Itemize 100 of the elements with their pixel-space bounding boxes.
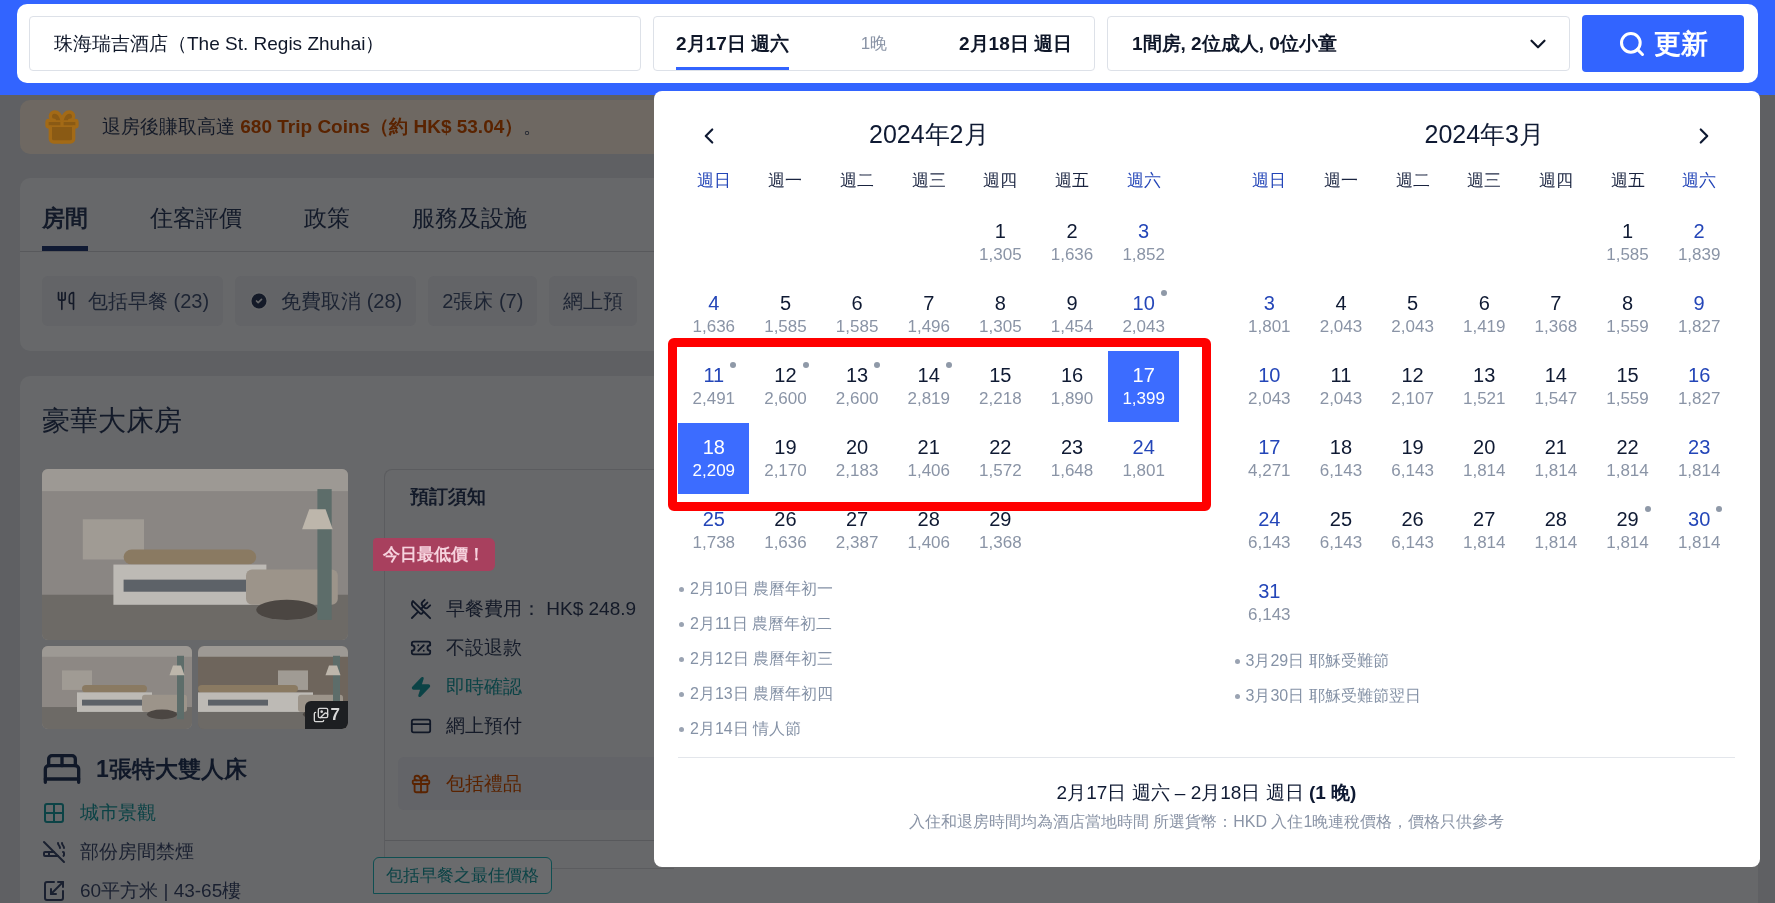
calendar-day[interactable]: 16 1,827 <box>1663 351 1735 422</box>
calendar-day[interactable]: 11 2,043 <box>1305 351 1377 422</box>
update-button[interactable]: 更新 <box>1582 15 1744 72</box>
calendar-day[interactable]: 5 2,043 <box>1377 279 1449 350</box>
calendar-day[interactable]: 1 1,585 <box>1592 207 1663 278</box>
calendar-day[interactable]: 19 2,170 <box>749 423 821 494</box>
calendar-day[interactable]: 18 6,143 <box>1305 423 1377 494</box>
calendar-day[interactable]: 25 1,738 <box>678 495 750 566</box>
day-price: 1,547 <box>1534 389 1578 409</box>
calendar-day[interactable]: 17 1,399 <box>1108 351 1180 422</box>
calendar-day[interactable]: 22 1,572 <box>964 423 1036 494</box>
day-price: 1,521 <box>1462 389 1506 409</box>
calendar-day[interactable]: 25 6,143 <box>1305 495 1377 566</box>
calendar-day[interactable]: 26 1,636 <box>749 495 821 566</box>
calendar-day[interactable]: 15 2,218 <box>964 351 1036 422</box>
day-price: 2,387 <box>835 533 879 553</box>
day-number: 8 <box>994 292 1006 315</box>
weekday-label: 週六 <box>1681 169 1718 192</box>
hotel-field[interactable]: 珠海瑞吉酒店（The St. Regis Zhuhai） <box>29 16 641 71</box>
day-number: 23 <box>1688 436 1711 459</box>
day-number: 7 <box>923 292 935 315</box>
day-price: 1,648 <box>1050 461 1094 481</box>
calendar-day[interactable]: 2 1,839 <box>1663 207 1735 278</box>
day-number: 6 <box>1478 292 1490 315</box>
calendar-day[interactable]: 4 1,636 <box>678 279 750 350</box>
calendar-day[interactable]: 10 2,043 <box>1233 351 1305 422</box>
calendar-day[interactable]: 14 1,547 <box>1520 351 1592 422</box>
day-price: 1,814 <box>1677 461 1721 481</box>
notice-item: 早餐費用： HK$ 248.9 <box>446 597 637 621</box>
calendar-day[interactable]: 7 1,496 <box>893 279 965 350</box>
gift-icon <box>410 772 432 795</box>
weekday-label: 週四 <box>982 169 1019 192</box>
day-number: 2 <box>1066 220 1078 243</box>
calendar-day[interactable]: 1 1,305 <box>964 207 1036 278</box>
month-title: 2024年3月 <box>1424 118 1544 150</box>
calendar-day[interactable]: 4 2,043 <box>1305 279 1377 350</box>
calendar-day[interactable]: 13 2,600 <box>821 351 893 422</box>
day-price: 2,600 <box>835 389 879 409</box>
day-price: 1,368 <box>1534 317 1578 337</box>
day-price: 2,209 <box>692 461 736 481</box>
calendar-day[interactable]: 28 1,814 <box>1520 495 1592 566</box>
calendar-day[interactable]: 15 1,559 <box>1592 351 1663 422</box>
weekday-label: 週日 <box>695 169 732 192</box>
guests-dropdown[interactable]: 1間房, 2位成人, 0位小童 <box>1107 16 1570 71</box>
calendar-day[interactable]: 3 1,801 <box>1233 279 1305 350</box>
calendar-day[interactable]: 27 1,814 <box>1448 495 1520 566</box>
calendar-day[interactable]: 24 6,143 <box>1233 495 1305 566</box>
calendar-day[interactable]: 13 1,521 <box>1448 351 1520 422</box>
day-price: 1,814 <box>1677 533 1721 553</box>
calendar-day[interactable]: 18 2,209 <box>678 423 750 494</box>
check-out-date[interactable]: 2月18日 週日 <box>959 17 1072 70</box>
calendar-day[interactable]: 31 6,143 <box>1233 567 1305 638</box>
calendar-day[interactable]: 17 4,271 <box>1233 423 1305 494</box>
best-price-tag: 包括早餐之最佳價格 <box>373 857 552 894</box>
calendar-day[interactable]: 9 1,827 <box>1663 279 1735 350</box>
calendar-day[interactable]: 23 1,814 <box>1663 423 1735 494</box>
calendar-day[interactable]: 9 1,454 <box>1036 279 1108 350</box>
calendar-day[interactable]: 12 2,107 <box>1377 351 1449 422</box>
calendar-day[interactable]: 6 1,585 <box>821 279 893 350</box>
calendar-day[interactable]: 21 1,814 <box>1520 423 1592 494</box>
calendar-day[interactable]: 21 1,406 <box>893 423 965 494</box>
calendar-day[interactable]: 19 6,143 <box>1377 423 1449 494</box>
day-price: 6,143 <box>1319 533 1363 553</box>
calendar-day[interactable]: 8 1,305 <box>964 279 1036 350</box>
day-number: 8 <box>1621 292 1634 315</box>
calendar-day[interactable]: 29 1,814 <box>1592 495 1663 566</box>
day-price: 1,801 <box>1248 317 1291 337</box>
calendar-day[interactable]: 14 2,819 <box>893 351 965 422</box>
calendar-day[interactable]: 20 1,814 <box>1448 423 1520 494</box>
calendar-day[interactable]: 7 1,368 <box>1520 279 1592 350</box>
calendar-day[interactable]: 11 2,491 <box>678 351 750 422</box>
check-circle-icon <box>249 291 270 311</box>
day-number: 7 <box>1550 292 1562 315</box>
calendar-day[interactable]: 16 1,890 <box>1036 351 1108 422</box>
calendar-day[interactable]: 6 1,419 <box>1448 279 1520 350</box>
calendar-day[interactable]: 10 2,043 <box>1108 279 1180 350</box>
date-field[interactable]: 2月17日 週六 1晚 2月18日 週日 <box>653 16 1095 71</box>
calendar-day[interactable]: 28 1,406 <box>893 495 965 566</box>
day-price: 6,143 <box>1391 533 1434 553</box>
lowest-price-badge: 今日最低價！ <box>373 538 495 571</box>
calendar-day[interactable]: 2 1,636 <box>1036 207 1108 278</box>
calendar-day[interactable]: 26 6,143 <box>1377 495 1449 566</box>
calendar-day[interactable]: 5 1,585 <box>749 279 821 350</box>
calendar-day[interactable]: 29 1,368 <box>964 495 1036 566</box>
day-number: 27 <box>1473 508 1496 531</box>
photos-icon <box>312 707 329 723</box>
day-number: 19 <box>1401 436 1424 459</box>
calendar-day[interactable]: 3 1,852 <box>1108 207 1180 278</box>
calendar-day[interactable]: 24 1,801 <box>1108 423 1180 494</box>
calendar-day[interactable]: 22 1,814 <box>1592 423 1663 494</box>
calendar-day[interactable]: 30 1,814 <box>1663 495 1735 566</box>
calendar-day[interactable]: 8 1,559 <box>1592 279 1663 350</box>
photo-count-badge[interactable]: 7 <box>304 701 348 729</box>
calendar-day[interactable]: 23 1,648 <box>1036 423 1108 494</box>
calendar-day[interactable]: 27 2,387 <box>821 495 893 566</box>
no-smoking-icon <box>42 840 66 864</box>
check-in-date[interactable]: 2月17日 週六 <box>676 17 789 70</box>
calendar-day[interactable]: 20 2,183 <box>821 423 893 494</box>
calendar-day[interactable]: 12 2,600 <box>749 351 821 422</box>
bullet-dot <box>679 586 684 592</box>
